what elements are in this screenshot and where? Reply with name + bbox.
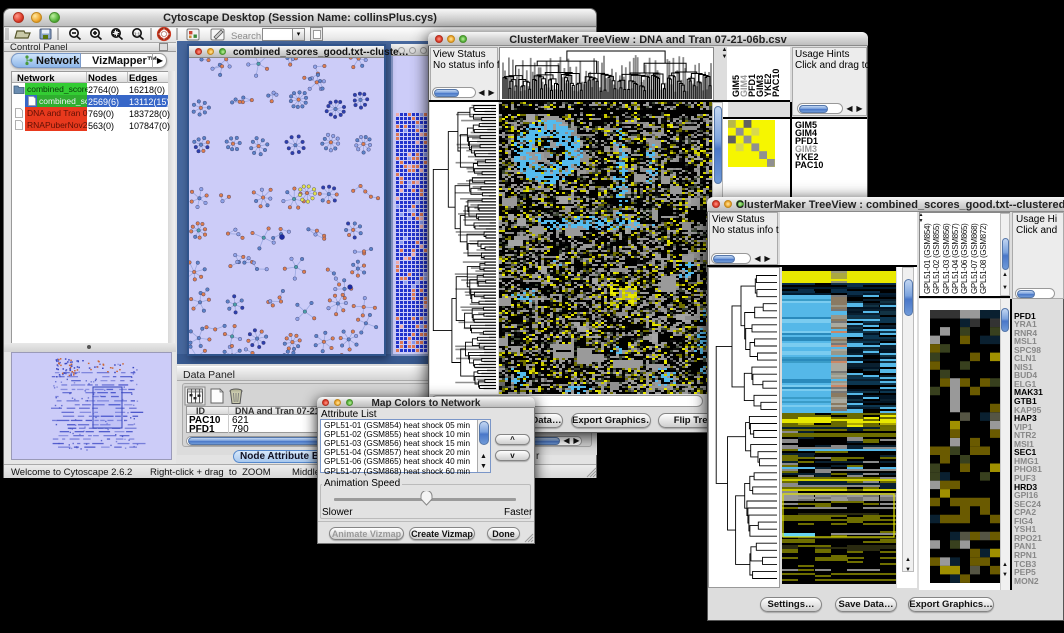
svg-text:1:1: 1:1 bbox=[134, 31, 141, 36]
